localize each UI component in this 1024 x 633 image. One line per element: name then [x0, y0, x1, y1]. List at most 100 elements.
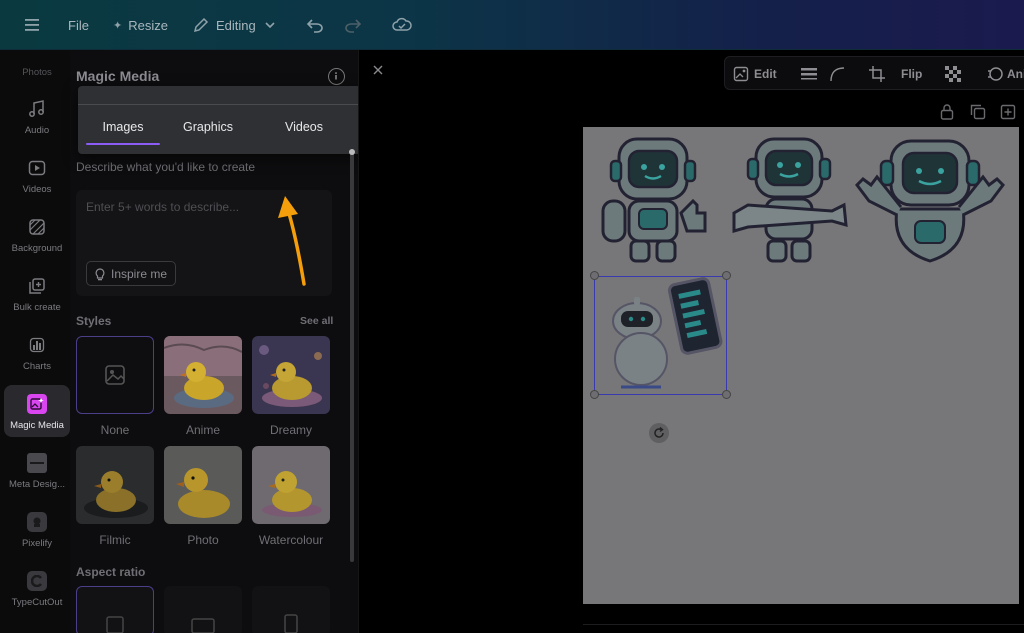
rotate-icon	[654, 427, 664, 438]
rail-item-label: Pixelify	[21, 538, 53, 549]
robot-thumbs-up-graphic[interactable]	[597, 135, 712, 267]
resize-handle-bottom-left[interactable]	[590, 390, 599, 399]
rotate-handle[interactable]	[649, 423, 669, 443]
position-button[interactable]	[801, 57, 817, 91]
tab-images[interactable]: Images	[86, 120, 160, 134]
active-tab-indicator	[86, 143, 160, 145]
corner-rounding-button[interactable]	[829, 57, 845, 91]
meta-design-app-icon	[27, 453, 47, 473]
flip-label: Flip	[901, 67, 923, 81]
flip-button[interactable]: Flip	[901, 57, 922, 91]
close-icon	[373, 65, 383, 75]
rail-item-meta-design[interactable]: Meta Desig...	[4, 444, 70, 496]
resize-button[interactable]: ✦ Resize	[113, 0, 168, 50]
selection-box[interactable]	[594, 276, 727, 395]
rail-item-typecutout[interactable]: TypeCutOut	[4, 562, 70, 614]
lock-icon[interactable]	[940, 104, 954, 120]
inspire-me-label: Inspire me	[111, 266, 168, 281]
tab-graphics[interactable]: Graphics	[170, 120, 246, 134]
edit-image-icon	[733, 66, 749, 82]
redo-button[interactable]	[344, 0, 362, 50]
file-label: File	[68, 17, 89, 33]
dreamy-duck-thumbnail	[252, 336, 330, 414]
pencil-icon	[193, 17, 209, 33]
rail-item-charts[interactable]: Charts	[4, 326, 70, 378]
style-card-none[interactable]	[76, 336, 154, 414]
anime-duck-thumbnail	[164, 336, 242, 414]
inspire-me-button[interactable]: Inspire me	[86, 261, 177, 286]
robot-waving-graphic[interactable]	[851, 139, 1011, 265]
tab-videos[interactable]: Videos	[266, 120, 342, 134]
resize-handle-top-left[interactable]	[590, 271, 599, 280]
style-card-photo[interactable]	[164, 446, 242, 524]
rail-item-label: TypeCutOut	[11, 597, 63, 608]
close-panel-button[interactable]	[366, 58, 390, 82]
style-card-watercolour[interactable]	[252, 446, 330, 524]
panel-scrollbar-thumb[interactable]	[349, 149, 355, 155]
animate-button[interactable]: Ani	[987, 57, 1024, 91]
tabs-divider	[78, 104, 361, 105]
square-ratio-icon	[106, 616, 124, 633]
rail-item-magic-media[interactable]: Magic Media	[4, 385, 70, 437]
aspect-option-square[interactable]	[76, 586, 154, 633]
style-label: Anime	[185, 423, 220, 437]
aspect-option-portrait[interactable]	[252, 586, 330, 633]
watercolour-duck-thumbnail	[252, 446, 330, 524]
lines-icon	[801, 68, 817, 80]
rail-item-label: Audio	[24, 125, 50, 136]
rail-item-audio[interactable]: Audio	[4, 90, 70, 142]
file-menu[interactable]: File	[68, 0, 89, 50]
pixelify-app-icon	[27, 512, 47, 532]
crop-button[interactable]	[869, 57, 885, 91]
undo-icon	[306, 19, 323, 33]
duplicate-page-icon[interactable]	[970, 104, 986, 120]
landscape-ratio-icon	[191, 618, 215, 633]
style-label: Dreamy	[269, 423, 312, 437]
bulk-create-icon	[27, 276, 47, 296]
style-card-anime[interactable]	[164, 336, 242, 414]
edit-image-button[interactable]: Edit	[733, 57, 777, 91]
media-type-tabs: Images Graphics Videos	[78, 86, 361, 154]
rail-item-background[interactable]: Background	[4, 208, 70, 260]
robot-wrench-graphic[interactable]	[728, 135, 848, 267]
style-label: None	[100, 423, 130, 437]
redo-icon	[345, 19, 362, 33]
aspect-ratio-heading: Aspect ratio	[76, 565, 146, 579]
rail-item-label: Background	[11, 243, 63, 254]
chevron-down-icon	[265, 22, 275, 29]
rail-item-photos[interactable]: Photos	[4, 52, 70, 82]
rail-item-bulk-create[interactable]: Bulk create	[4, 267, 70, 319]
info-icon[interactable]	[328, 68, 345, 85]
image-placeholder-icon	[105, 365, 125, 385]
animate-icon	[988, 67, 1003, 81]
annotation-arrow-icon	[278, 196, 306, 286]
panel-title: Magic Media	[76, 68, 160, 84]
style-card-dreamy[interactable]	[252, 336, 330, 414]
menu-icon[interactable]	[24, 0, 40, 50]
photo-duck-thumbnail	[164, 446, 242, 524]
resize-handle-bottom-right[interactable]	[722, 390, 731, 399]
see-all-link[interactable]: See all	[300, 315, 333, 327]
rail-item-videos[interactable]: Videos	[4, 149, 70, 201]
rail-item-label: Bulk create	[13, 302, 61, 313]
add-page-icon[interactable]	[1000, 104, 1016, 120]
rail-item-pixelify[interactable]: Pixelify	[4, 503, 70, 555]
editing-mode-dropdown[interactable]: Editing	[193, 0, 276, 50]
cloud-check-icon	[392, 17, 412, 31]
rail-item-label: Videos	[22, 184, 52, 195]
rail-item-label: Magic Media	[10, 420, 64, 431]
resize-handle-top-right[interactable]	[722, 271, 731, 280]
style-card-filmic[interactable]	[76, 446, 154, 524]
prompt-label: Describe what you'd like to create	[76, 160, 256, 174]
crop-icon	[869, 66, 885, 82]
animate-label: Ani	[1007, 67, 1024, 81]
aspect-option-landscape[interactable]	[164, 586, 242, 633]
transparency-button[interactable]	[945, 57, 961, 91]
undo-button[interactable]	[306, 0, 324, 50]
typecutout-app-icon	[27, 571, 47, 591]
filmic-duck-thumbnail	[76, 446, 154, 524]
bottom-page-strip	[583, 624, 1024, 633]
resize-label: Resize	[128, 17, 168, 33]
cloud-save-button[interactable]	[392, 0, 412, 50]
panel-scrollbar[interactable]	[350, 150, 354, 562]
